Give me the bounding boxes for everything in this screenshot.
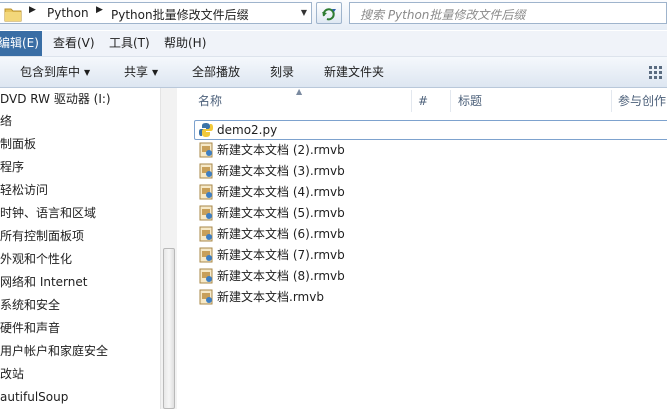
nav-item-appearance[interactable]: 外观和个性化 [0,248,72,270]
nav-item-beautifulsoup[interactable]: autifulSoup [0,386,68,408]
sort-ascending-icon: ▲ [296,88,303,96]
nav-item-clock-language-region[interactable]: 时钟、语言和区域 [0,202,96,224]
python-file-icon [199,123,213,137]
nav-item-all-control-panel-items[interactable]: 所有控制面板项 [0,225,84,247]
file-row[interactable]: 新建文本文档 (7).rmvb [194,245,667,265]
chevron-down-icon: ▼ [84,68,91,77]
file-list-pane: ▲ 名称 # 标题 参与创作 demo2.py 新建文本文档 (2).rmvb [177,88,667,409]
file-row[interactable]: 新建文本文档 (3).rmvb [194,161,667,181]
command-toolbar: 包含到库中 ▼ 共享 ▼ 全部播放 刻录 新建文件夹 [0,57,667,88]
nav-item-network-internet[interactable]: 网络和 Internet [0,271,87,293]
file-row[interactable]: 新建文本文档 (4).rmvb [194,182,667,202]
file-row[interactable]: 新建文本文档 (5).rmvb [194,203,667,223]
file-row[interactable]: 新建文本文档 (6).rmvb [194,224,667,244]
menu-tools[interactable]: 工具(T) [109,31,150,56]
sidebar-scrollbar[interactable] [160,88,177,409]
column-divider[interactable] [411,90,412,112]
breadcrumb-segment-python[interactable]: Python [47,6,89,20]
file-name: 新建文本文档.rmvb [217,290,324,304]
new-folder-button[interactable]: 新建文件夹 [324,57,384,87]
refresh-button[interactable] [316,2,342,24]
chevron-down-icon[interactable]: ▼ [296,3,312,23]
column-header-title[interactable]: 标题 [458,88,482,114]
search-input[interactable]: 搜索 Python批量修改文件后缀 [349,2,667,24]
navigation-pane: DVD RW 驱动器 (I:) 络 制面板 程序 轻松访问 时钟、语言和区域 所… [0,88,160,409]
nav-item-control-panel[interactable]: 制面板 [0,133,36,155]
chevron-down-icon: ▼ [152,68,159,77]
media-file-icon [199,247,213,263]
breadcrumb-arrow-icon[interactable]: ▶ [29,5,36,15]
media-file-icon [199,142,213,158]
nav-item-site[interactable]: 改站 [0,363,24,385]
include-in-library-button[interactable]: 包含到库中 ▼ [20,57,90,87]
column-divider[interactable] [450,90,451,112]
file-name: 新建文本文档 (4).rmvb [217,185,345,199]
scrollbar-thumb[interactable] [163,248,175,409]
menu-help[interactable]: 帮助(H) [164,31,206,56]
nav-item-ease-of-access[interactable]: 轻松访问 [0,179,48,201]
search-placeholder: 搜索 Python批量修改文件后缀 [360,8,526,22]
breadcrumb-segment-current[interactable]: Python批量修改文件后缀 [111,6,249,23]
include-library-label: 包含到库中 [20,65,81,79]
file-name: 新建文本文档 (5).rmvb [217,206,345,220]
nav-item-network[interactable]: 络 [0,110,12,132]
column-header: ▲ 名称 # 标题 参与创作 [177,88,667,114]
file-row[interactable]: demo2.py [194,120,667,140]
nav-item-dvd-drive[interactable]: DVD RW 驱动器 (I:) [0,88,111,110]
share-button[interactable]: 共享 ▼ [124,57,158,87]
column-divider[interactable] [611,90,612,112]
play-all-button[interactable]: 全部播放 [192,57,240,87]
address-bar[interactable]: ▶ Python ▶ Python批量修改文件后缀 ▼ [0,2,312,24]
column-header-name[interactable]: 名称 [198,88,222,114]
nav-item-hardware-sound[interactable]: 硬件和声音 [0,317,60,339]
file-name: 新建文本文档 (2).rmvb [217,143,345,157]
media-file-icon [199,268,213,284]
address-toolbar: ▶ Python ▶ Python批量修改文件后缀 ▼ 搜索 Python批量修… [0,0,667,30]
file-name: 新建文本文档 (7).rmvb [217,248,345,262]
media-file-icon [199,205,213,221]
share-label: 共享 [124,65,149,79]
menu-bar: 编辑(E) 查看(V) 工具(T) 帮助(H) [0,31,667,57]
nav-item-system-security[interactable]: 系统和安全 [0,294,60,316]
column-header-contributors[interactable]: 参与创作 [618,88,666,114]
file-name: 新建文本文档 (6).rmvb [217,227,345,241]
folder-icon [4,8,22,22]
media-file-icon [199,226,213,242]
media-file-icon [199,289,213,305]
file-row[interactable]: 新建文本文档.rmvb [194,287,667,307]
media-file-icon [199,163,213,179]
burn-button[interactable]: 刻录 [270,57,294,87]
file-name: 新建文本文档 (8).rmvb [217,269,345,283]
breadcrumb-arrow-icon[interactable]: ▶ [96,5,103,15]
file-row[interactable]: 新建文本文档 (8).rmvb [194,266,667,286]
menu-view[interactable]: 查看(V) [53,31,95,56]
file-row[interactable]: 新建文本文档 (2).rmvb [194,140,667,160]
refresh-icon [322,8,336,21]
file-name: 新建文本文档 (3).rmvb [217,164,345,178]
column-header-number[interactable]: # [418,88,428,114]
nav-item-user-accounts[interactable]: 用户帐户和家庭安全 [0,340,108,362]
file-name: demo2.py [217,123,278,137]
menu-edit[interactable]: 编辑(E) [0,31,42,56]
media-file-icon [199,184,213,200]
nav-item-programs[interactable]: 程序 [0,156,24,178]
view-options-icon[interactable] [649,65,665,79]
